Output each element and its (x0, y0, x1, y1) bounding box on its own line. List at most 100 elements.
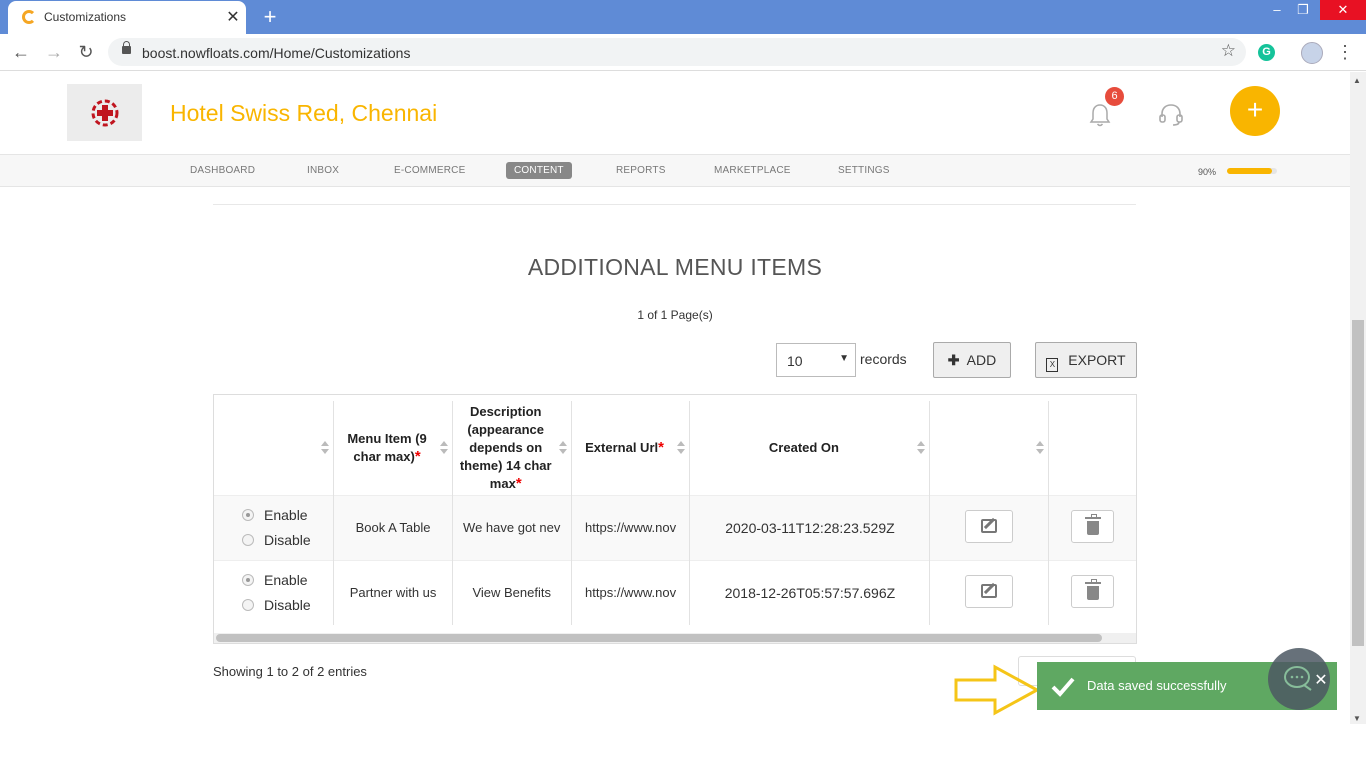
records-per-page-select[interactable]: 10 ▼ (776, 343, 856, 377)
column-header-edit[interactable] (929, 401, 1049, 495)
nav-dashboard[interactable]: DASHBOARD (190, 165, 255, 176)
column-header-status[interactable] (214, 401, 335, 495)
column-header-menu-item[interactable]: Menu Item (9 char max)* (333, 401, 453, 495)
forward-button[interactable]: → (42, 40, 66, 64)
scroll-up-icon[interactable]: ▲ (1353, 76, 1361, 85)
disable-radio[interactable] (242, 534, 254, 546)
external-url-header-label: External Url (585, 439, 659, 455)
nav-reports[interactable]: REPORTS (616, 165, 666, 176)
scrollbar-thumb[interactable] (216, 634, 1102, 642)
profile-avatar[interactable] (1301, 42, 1323, 64)
edit-cell (929, 559, 1049, 625)
lock-icon (122, 41, 131, 54)
business-name: Hotel Swiss Red, Chennai (170, 100, 438, 126)
description-text: We have got nev (463, 520, 561, 535)
status-cell: Enable Disable (214, 559, 335, 625)
enable-radio[interactable] (242, 574, 254, 587)
delete-button[interactable] (1070, 509, 1114, 543)
description-header-label: Description (appearance depends on theme… (459, 403, 552, 491)
disable-option[interactable]: Disable (214, 593, 333, 618)
toast-close-icon[interactable]: ✕ (1312, 670, 1330, 690)
new-tab-button[interactable]: + (258, 4, 282, 30)
disable-option[interactable]: Disable (214, 528, 333, 553)
page-count: 1 of 1 Page(s) (637, 308, 713, 322)
column-header-created-on[interactable]: Created On (689, 401, 931, 495)
window-close-button[interactable]: ✕ (1320, 0, 1366, 20)
enable-option[interactable]: Enable (214, 568, 333, 593)
notification-badge: 6 (1105, 87, 1124, 106)
maximize-button[interactable]: ❐ (1288, 0, 1318, 20)
profile-completion-label: 90% (1198, 167, 1217, 177)
table-row: Enable Disable Book A Table We have got … (214, 494, 1136, 560)
tab-title: Customizations (44, 10, 127, 24)
tab-close-icon[interactable]: ✕ (224, 7, 242, 27)
required-asterisk: * (414, 447, 421, 465)
swiss-cross-logo-icon (91, 99, 119, 127)
support-headset-icon[interactable] (1158, 102, 1184, 128)
edit-button[interactable] (965, 509, 1014, 543)
nav-settings[interactable]: SETTINGS (838, 165, 890, 176)
nav-inbox[interactable]: INBOX (307, 165, 339, 176)
records-select-value: 10 (787, 353, 803, 369)
table-horizontal-scrollbar[interactable] (214, 633, 1136, 643)
checkmark-icon (1051, 677, 1075, 697)
grammarly-extension-icon[interactable]: G (1258, 44, 1275, 61)
edit-button[interactable] (965, 574, 1014, 608)
required-asterisk: * (658, 438, 664, 456)
add-button[interactable]: ✚ ADD (933, 342, 1011, 378)
section-title: ADDITIONAL MENU ITEMS (527, 254, 823, 280)
scroll-down-icon[interactable]: ▼ (1353, 714, 1361, 723)
created-on-cell: 2018-12-26T05:57:57.696Z (689, 559, 931, 625)
trash-icon (1084, 578, 1101, 600)
browser-menu-icon[interactable]: ⋮ (1336, 42, 1354, 63)
enable-radio[interactable] (242, 509, 254, 521)
column-header-description[interactable]: Description (appearance depends on theme… (452, 401, 572, 495)
chat-bubble-icon (1284, 666, 1312, 691)
business-logo[interactable] (67, 84, 142, 141)
notification-bell-icon[interactable] (1088, 102, 1112, 128)
profile-completion-bar (1227, 168, 1277, 174)
table-row: Enable Disable Partner with us View Bene… (214, 559, 1136, 625)
description-cell: We have got nev (452, 494, 572, 560)
browser-tab-bar: Customizations ✕ + – ❐ ✕ (0, 0, 1366, 34)
disable-label: Disable (264, 597, 311, 614)
description-cell: View Benefits (452, 559, 572, 625)
back-button[interactable]: ← (9, 40, 33, 64)
trash-icon (1084, 513, 1101, 535)
profile-completion-fill (1227, 168, 1272, 174)
export-button[interactable]: X EXPORT (1035, 342, 1137, 378)
scrollbar-thumb[interactable] (1352, 320, 1364, 646)
column-header-external-url[interactable]: External Url* (571, 401, 691, 495)
page-content: Hotel Swiss Red, Chennai 6 + DASHBOARD I… (0, 72, 1350, 724)
disable-radio[interactable] (242, 599, 254, 612)
nav-marketplace[interactable]: MARKETPLACE (714, 165, 791, 176)
nav-content[interactable]: CONTENT (506, 162, 572, 179)
reload-button[interactable]: ↻ (74, 40, 98, 64)
bookmark-star-icon[interactable]: ☆ (1221, 41, 1236, 61)
url-text: boost.nowfloats.com/Home/Customizations (142, 45, 411, 61)
arrow-right-icon (954, 664, 1041, 716)
records-label: records (860, 351, 907, 367)
sort-icon (558, 441, 567, 455)
sort-icon (439, 441, 448, 455)
address-bar-row: ← → ↻ boost.nowfloats.com/Home/Customiza… (0, 34, 1366, 71)
external-url-cell: https://www.nov (571, 559, 691, 625)
browser-tab[interactable]: Customizations ✕ (8, 1, 246, 34)
entries-summary: Showing 1 to 2 of 2 entries (213, 664, 367, 679)
page-vertical-scrollbar[interactable]: ▲ ▼ (1350, 72, 1366, 724)
excel-file-icon: X (1046, 358, 1059, 372)
edit-icon (981, 583, 998, 598)
enable-label: Enable (264, 572, 308, 589)
delete-button[interactable] (1070, 574, 1114, 608)
nav-ecommerce[interactable]: E-COMMERCE (394, 165, 465, 176)
required-asterisk: * (515, 474, 522, 492)
add-button-label: ADD (966, 352, 997, 368)
enable-option[interactable]: Enable (214, 503, 333, 528)
omnibox[interactable]: boost.nowfloats.com/Home/Customizations … (108, 38, 1246, 66)
sort-icon (321, 441, 330, 455)
plus-icon: ✚ (947, 352, 960, 368)
disable-label: Disable (264, 532, 311, 548)
sort-icon (1035, 441, 1044, 455)
export-button-label: EXPORT (1068, 352, 1126, 368)
quick-add-fab[interactable]: + (1230, 86, 1280, 136)
